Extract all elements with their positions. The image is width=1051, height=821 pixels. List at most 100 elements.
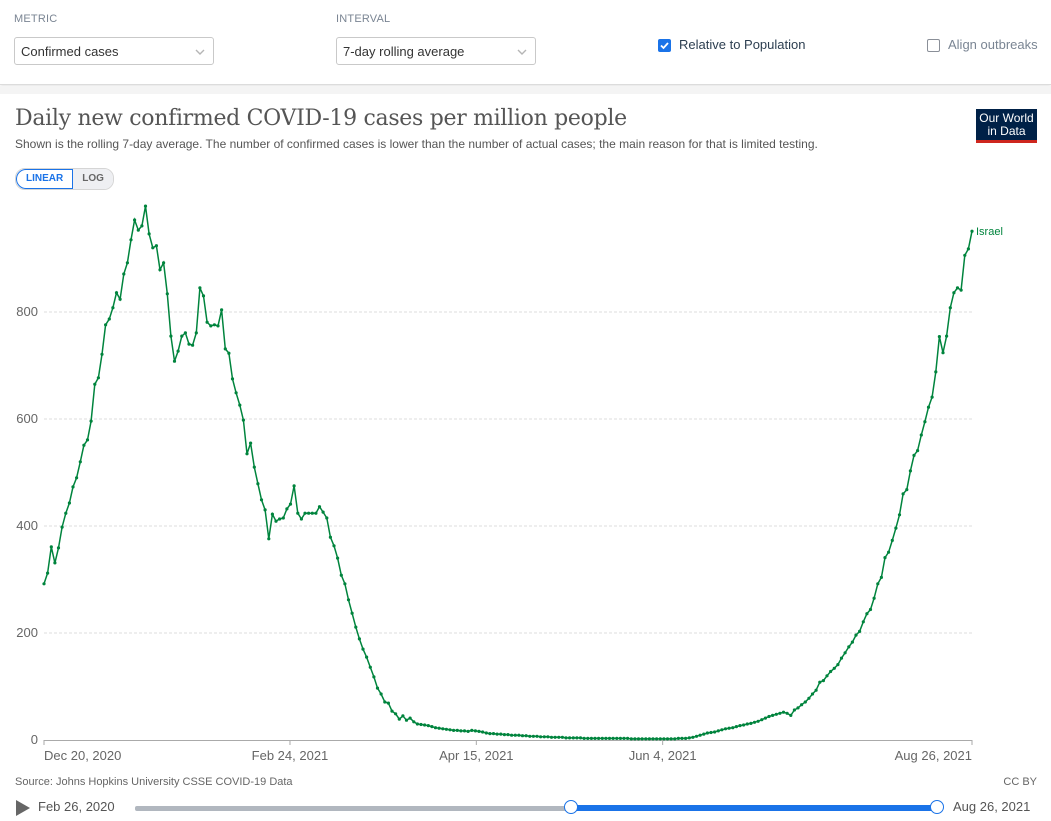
data-point xyxy=(781,710,786,714)
data-point xyxy=(604,736,608,741)
data-point xyxy=(470,728,474,733)
data-point xyxy=(586,736,590,741)
data-point xyxy=(176,349,180,353)
data-point xyxy=(546,735,550,739)
data-point xyxy=(60,525,64,529)
data-point xyxy=(832,666,836,670)
data-point xyxy=(245,452,249,456)
data-point xyxy=(71,485,75,489)
data-point xyxy=(571,736,575,740)
data-point xyxy=(611,736,615,741)
data-point xyxy=(223,347,227,351)
timeline-end-handle[interactable] xyxy=(930,800,944,814)
interval-label: INTERVAL xyxy=(336,13,391,25)
data-point xyxy=(114,291,119,295)
series-line-israel xyxy=(43,205,973,740)
chart-subtitle: Shown is the rolling 7-day average. The … xyxy=(15,137,818,151)
data-point xyxy=(651,737,655,741)
scale-linear-button[interactable]: LINEAR xyxy=(16,169,74,189)
data-point xyxy=(542,735,546,739)
scale-log-button[interactable]: LOG xyxy=(73,169,113,189)
data-point xyxy=(923,420,927,424)
data-point xyxy=(165,292,169,296)
data-point xyxy=(694,734,699,738)
data-point xyxy=(107,317,111,321)
interval-select[interactable]: 7-day rolling average xyxy=(336,37,536,65)
data-point xyxy=(296,511,300,515)
data-point xyxy=(680,736,684,741)
timeline-selected-range[interactable] xyxy=(571,805,937,811)
data-point xyxy=(495,732,499,736)
data-point xyxy=(883,556,887,560)
data-point xyxy=(937,335,942,339)
data-point xyxy=(647,737,652,741)
data-point xyxy=(274,519,278,523)
data-point xyxy=(415,722,419,726)
data-point xyxy=(792,708,797,712)
data-point xyxy=(390,709,394,713)
data-point xyxy=(644,737,648,741)
data-point xyxy=(593,736,597,741)
data-point xyxy=(894,526,898,530)
data-point xyxy=(111,306,115,310)
chart-title: Daily new confirmed COVID-19 cases per m… xyxy=(15,106,627,131)
data-point xyxy=(800,703,804,707)
data-point xyxy=(578,736,583,740)
data-point xyxy=(46,571,50,575)
data-point xyxy=(966,247,971,251)
data-point xyxy=(209,324,213,328)
data-point xyxy=(575,736,579,740)
data-point xyxy=(814,688,818,692)
data-point xyxy=(397,717,401,721)
metric-select[interactable]: Confirmed cases xyxy=(14,37,214,65)
data-point xyxy=(459,729,463,733)
data-point xyxy=(67,501,71,505)
checkbox-unchecked-icon[interactable] xyxy=(927,38,940,52)
data-point xyxy=(945,334,949,338)
y-tick-label: 200 xyxy=(16,625,38,640)
data-point xyxy=(408,716,412,720)
relative-to-population-checkbox[interactable]: Relative to Population xyxy=(658,37,805,53)
data-point xyxy=(314,511,318,515)
play-icon[interactable] xyxy=(16,800,30,816)
data-point xyxy=(180,334,184,338)
data-point xyxy=(684,736,688,741)
scale-toggle: LINEAR LOG xyxy=(15,168,114,190)
data-point xyxy=(317,505,322,509)
checkbox-checked-icon[interactable] xyxy=(658,38,671,52)
data-point xyxy=(56,546,61,550)
data-point xyxy=(854,633,858,637)
timeline-start-handle[interactable] xyxy=(564,800,579,814)
source-note: Source: Johns Hopkins University CSSE CO… xyxy=(15,776,293,788)
data-point xyxy=(162,261,166,265)
data-point xyxy=(292,484,296,488)
align-outbreaks-checkbox[interactable]: Align outbreaks xyxy=(927,37,1038,53)
data-point xyxy=(462,729,467,733)
data-point xyxy=(890,538,894,542)
data-point xyxy=(916,449,920,453)
data-point xyxy=(662,737,666,741)
data-point xyxy=(93,382,97,386)
series-label-israel: Israel xyxy=(976,226,1003,238)
data-point xyxy=(687,736,691,740)
data-point xyxy=(263,508,267,512)
data-point xyxy=(488,732,492,736)
owid-logo[interactable]: Our World in Data xyxy=(976,109,1037,143)
data-point xyxy=(230,377,235,381)
data-point xyxy=(452,728,456,733)
data-point xyxy=(825,674,829,678)
timeline-end-label: Aug 26, 2021 xyxy=(953,799,1031,814)
data-point xyxy=(201,294,206,298)
license-link[interactable]: CC BY xyxy=(1003,776,1037,788)
data-point xyxy=(615,736,619,741)
data-point xyxy=(491,732,496,736)
data-point xyxy=(336,556,340,560)
data-point xyxy=(528,734,532,738)
x-tick-label: Dec 20, 2020 xyxy=(44,748,121,763)
data-point xyxy=(557,735,561,739)
data-point xyxy=(241,418,245,422)
data-point xyxy=(125,261,129,265)
data-point xyxy=(136,228,140,232)
data-point xyxy=(633,737,637,741)
data-point xyxy=(727,726,731,730)
